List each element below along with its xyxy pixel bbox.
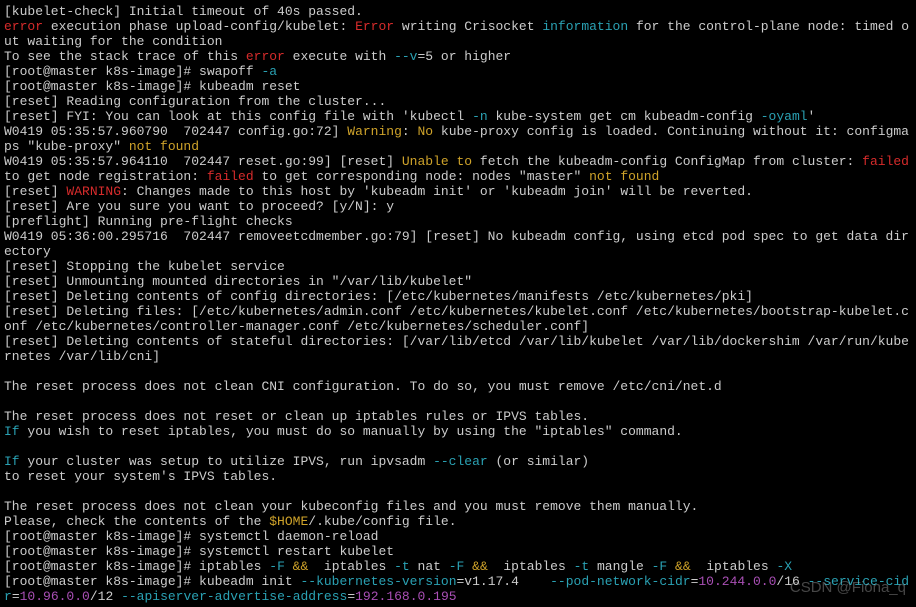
flag: --v — [394, 49, 417, 64]
ip: 10.244.0.0 — [698, 574, 776, 589]
out: [preflight] Running pre-flight checks — [4, 214, 293, 229]
flag: -X — [776, 559, 792, 574]
flag: --kubernetes-version — [300, 574, 456, 589]
out: [reset] — [4, 184, 66, 199]
shell-prompt: [root@master k8s-image]# — [4, 544, 199, 559]
out: to reset your system's IPVS tables. — [4, 469, 277, 484]
cmd: kubeadm reset — [199, 79, 300, 94]
out: your cluster was setup to utilize IPVS, … — [20, 454, 433, 469]
out: [reset] Deleting contents of stateful di… — [4, 334, 909, 364]
shell-prompt: [root@master k8s-image]# — [4, 79, 199, 94]
flag: -oyaml — [761, 109, 808, 124]
kw-if: If — [4, 454, 20, 469]
out: W0419 05:35:57.960790 702447 config.go:7… — [4, 124, 347, 139]
out: fetch the kubeadm-config ConfigMap from … — [472, 154, 862, 169]
flag: -t — [574, 559, 590, 574]
out: : — [402, 124, 418, 139]
kw-warn: Warning — [347, 124, 402, 139]
cmd: iptables — [199, 559, 269, 574]
kw-warn: Unable to — [402, 154, 472, 169]
shell-prompt: [root@master k8s-image]# — [4, 574, 199, 589]
out: [reset] Deleting files: [/etc/kubernetes… — [4, 304, 909, 334]
out: = — [12, 589, 20, 604]
flag: --clear — [433, 454, 488, 469]
op: && — [285, 559, 316, 574]
kw-warn: not found — [129, 139, 199, 154]
out: =5 or higher — [417, 49, 511, 64]
cmd: systemctl restart kubelet — [199, 544, 394, 559]
flag: --apiserver-advertise-address — [121, 589, 347, 604]
out: The reset process does not clean your ku… — [4, 499, 698, 514]
out: /12 — [90, 589, 121, 604]
out: [kubelet-check] Initial timeout of 40s p… — [4, 4, 363, 19]
cmd: iptables — [316, 559, 394, 574]
out: = — [347, 589, 355, 604]
shell-prompt: [root@master k8s-image]# — [4, 559, 199, 574]
cmd: kubeadm init — [199, 574, 300, 589]
op: && — [464, 559, 495, 574]
out: [reset] FYI: You can look at this config… — [4, 109, 472, 124]
out: /16 — [776, 574, 807, 589]
out: To see the stack trace of this — [4, 49, 246, 64]
out: The reset process does not reset or clea… — [4, 409, 589, 424]
out: (or similar) — [488, 454, 589, 469]
out: : Changes made to this host by 'kubeadm … — [121, 184, 753, 199]
out: W0419 05:36:00.295716 702447 removeetcdm… — [4, 229, 909, 259]
out: ' — [808, 109, 816, 124]
out: execution phase upload-config/kubelet: — [43, 19, 355, 34]
out: nat — [410, 559, 449, 574]
kw-error: error — [4, 19, 43, 34]
terminal-output[interactable]: [kubelet-check] Initial timeout of 40s p… — [0, 0, 916, 607]
flag: -n — [472, 109, 488, 124]
out: [reset] Deleting contents of config dire… — [4, 289, 753, 304]
op: && — [667, 559, 698, 574]
flag: -F — [269, 559, 285, 574]
out: writing Crisocket — [394, 19, 542, 34]
out: /.kube/config file. — [308, 514, 456, 529]
kw-error: failed — [862, 154, 909, 169]
out: [reset] Stopping the kubelet service — [4, 259, 285, 274]
kw-warn: No — [417, 124, 433, 139]
shell-prompt: [root@master k8s-image]# — [4, 529, 199, 544]
out: mangle — [589, 559, 651, 574]
out: kube-system get cm kubeadm-config — [488, 109, 761, 124]
out: Please, check the contents of the — [4, 514, 269, 529]
kw-warning: WARNING — [66, 184, 121, 199]
flag: -a — [261, 64, 277, 79]
kw-warn: not found — [589, 169, 659, 184]
cmd: iptables — [496, 559, 574, 574]
out: =v1.17.4 — [457, 574, 551, 589]
flag: --pod-network-cidr — [550, 574, 690, 589]
kw-if: If — [4, 424, 20, 439]
cmd: iptables — [698, 559, 776, 574]
kw-error: error — [246, 49, 285, 64]
out: W0419 05:35:57.964110 702447 reset.go:99… — [4, 154, 402, 169]
out: [reset] Are you sure you want to proceed… — [4, 199, 394, 214]
out: to get corresponding node: nodes "master… — [254, 169, 589, 184]
kw-error: Error — [355, 19, 394, 34]
out: [reset] Unmounting mounted directories i… — [4, 274, 472, 289]
out: The reset process does not clean CNI con… — [4, 379, 722, 394]
env-var: $HOME — [269, 514, 308, 529]
out: execute with — [285, 49, 394, 64]
flag: -t — [394, 559, 410, 574]
out: [reset] Reading configuration from the c… — [4, 94, 386, 109]
cmd: swapoff — [199, 64, 261, 79]
kw-info: information — [542, 19, 628, 34]
flag: -F — [449, 559, 465, 574]
ip: 10.96.0.0 — [20, 589, 90, 604]
ip: 192.168.0.195 — [355, 589, 456, 604]
kw-error: failed — [207, 169, 254, 184]
shell-prompt: [root@master k8s-image]# — [4, 64, 199, 79]
flag: -F — [652, 559, 668, 574]
out: you wish to reset iptables, you must do … — [20, 424, 683, 439]
cmd: systemctl daemon-reload — [199, 529, 378, 544]
